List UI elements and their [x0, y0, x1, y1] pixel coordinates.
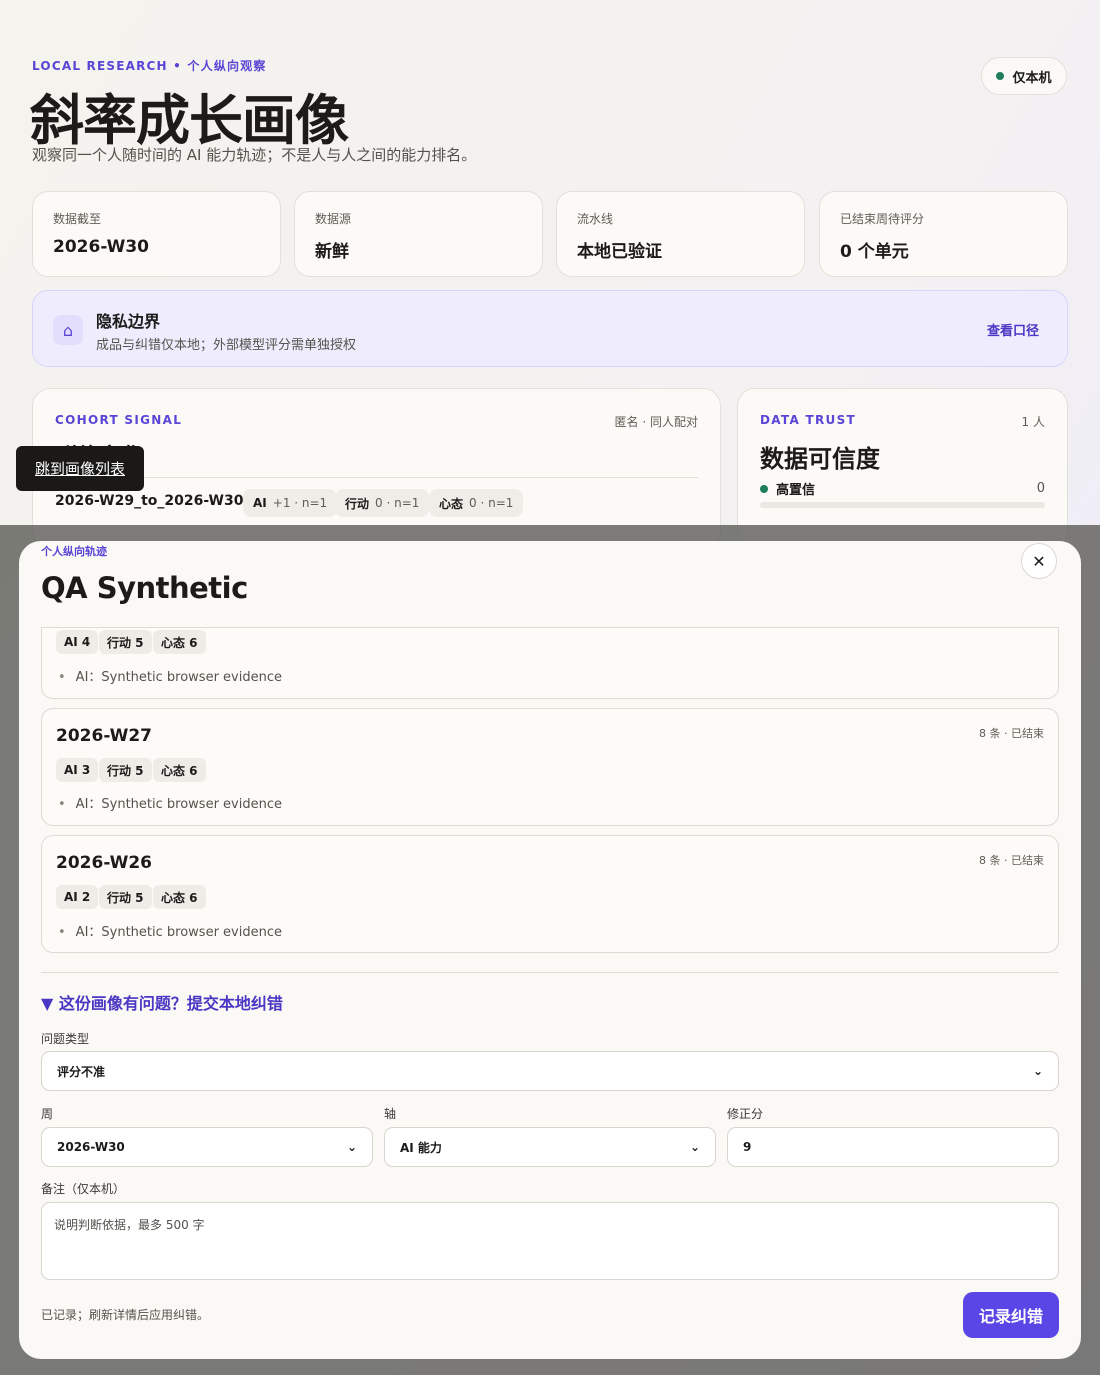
trust-title: 数据可信度 — [760, 445, 880, 473]
week-card-w26: 2026-W26 8 条 · 已结束 AI 2 行动 5 心态 6 AI：Syn… — [41, 835, 1059, 953]
cohort-chip-ai: AI +1 · n=1 — [243, 489, 338, 517]
score-chip-action: 行动 5 — [99, 630, 152, 654]
stat-value: 2026-W30 — [53, 237, 150, 257]
week-card-w27: 2026-W27 8 条 · 已结束 AI 3 行动 5 心态 6 AI：Syn… — [41, 708, 1059, 826]
stat-label: 数据截至 — [53, 212, 102, 226]
stat-label: 数据源 — [315, 212, 352, 226]
score-chip-ai: AI 4 — [56, 630, 99, 654]
stat-label: 已结束周待评分 — [840, 212, 925, 226]
score-chip-ai: AI 3 — [56, 758, 99, 782]
chip-value: 0 · n=1 — [375, 496, 420, 510]
trust-level-row: 高置信 0 — [760, 479, 1045, 498]
divider — [55, 477, 698, 478]
chip-axis: 心态 — [439, 496, 464, 511]
skip-to-profiles-link[interactable]: 跳到画像列表 — [16, 446, 144, 491]
score-chip-ai: AI 2 — [56, 885, 99, 909]
cohort-range: 2026-W29_to_2026-W30 — [55, 493, 244, 509]
chip-axis: AI — [253, 496, 267, 510]
evidence-bullet: AI：Synthetic browser evidence — [58, 793, 282, 812]
close-button[interactable]: ✕ — [1021, 543, 1057, 579]
local-only-badge: 仅本机 — [981, 57, 1067, 95]
score-chip-action: 行动 5 — [99, 758, 152, 782]
trust-progress-bar — [760, 502, 1045, 508]
cohort-eyebrow: COHORT SIGNAL — [55, 413, 183, 427]
stat-value: 新鲜 — [315, 242, 349, 262]
week-select[interactable]: 2026-W30 ⌄ — [41, 1127, 373, 1167]
score-chip-mindset: 心态 6 — [153, 758, 206, 782]
chip-axis: 行动 — [345, 496, 370, 511]
axis-select[interactable]: AI 能力 ⌄ — [384, 1127, 716, 1167]
stat-value: 0 个单元 — [840, 242, 909, 262]
page-eyebrow: LOCAL RESEARCH • 个人纵向观察 — [32, 59, 267, 73]
chip-value: 0 · n=1 — [469, 496, 514, 510]
privacy-title: 隐私边界 — [96, 312, 161, 331]
submit-correction-button[interactable]: 记录纠错 — [963, 1292, 1059, 1338]
status-footnote: 已记录；刷新详情后应用纠错。 — [41, 1308, 210, 1322]
axis-label: 轴 — [384, 1107, 397, 1121]
page: LOCAL RESEARCH • 个人纵向观察 斜率成长画像 观察同一个人随时间… — [0, 0, 1100, 1375]
trust-eyebrow: DATA TRUST — [760, 413, 857, 427]
score-chip-mindset: 心态 6 — [153, 630, 206, 654]
week-title: 2026-W26 — [56, 853, 153, 873]
cohort-meta: 匿名 · 同人配对 — [614, 415, 698, 429]
modal-title: QA Synthetic — [41, 571, 248, 605]
stat-label: 流水线 — [577, 212, 614, 226]
week-meta: 8 条 · 已结束 — [979, 854, 1044, 867]
correction-toggle[interactable]: ▼ 这份画像有问题？提交本地纠错 — [41, 990, 283, 1014]
note-textarea[interactable]: 说明判断依据，最多 500 字 — [41, 1202, 1059, 1280]
score-label: 修正分 — [727, 1107, 764, 1121]
cohort-chip-action: 行动 0 · n=1 — [335, 489, 430, 517]
home-icon: ⌂ — [53, 315, 83, 345]
problem-type-label: 问题类型 — [41, 1032, 90, 1046]
trust-meta: 1 人 — [1021, 415, 1045, 429]
week-title: 2026-W27 — [56, 726, 153, 746]
stat-card-data-source: 数据源 新鲜 — [294, 191, 543, 277]
week-card-w28: AI 4 行动 5 心态 6 AI：Synthetic browser evid… — [41, 627, 1059, 699]
data-trust-panel: DATA TRUST 1 人 数据可信度 高置信 0 — [737, 388, 1068, 548]
week-value: 2026-W30 — [57, 1140, 125, 1154]
status-dot-icon — [996, 72, 1005, 80]
privacy-banner: ⌂ 隐私边界 成品与纠错仅本地；外部模型评分需单独授权 查看口径 — [32, 290, 1068, 367]
week-meta: 8 条 · 已结束 — [979, 727, 1044, 740]
close-icon: ✕ — [1032, 551, 1046, 571]
view-criteria-link[interactable]: 查看口径 — [987, 320, 1039, 339]
evidence-bullet: AI：Synthetic browser evidence — [58, 666, 282, 685]
score-chip-mindset: 心态 6 — [153, 885, 206, 909]
chevron-down-icon: ⌄ — [346, 1140, 357, 1154]
chevron-down-icon: ⌄ — [689, 1140, 700, 1154]
status-dot-icon — [760, 484, 768, 493]
problem-type-value: 评分不准 — [57, 1064, 106, 1079]
note-placeholder: 说明判断依据，最多 500 字 — [54, 1218, 205, 1232]
divider — [41, 972, 1059, 973]
cohort-chip-mindset: 心态 0 · n=1 — [429, 489, 524, 517]
chevron-down-icon: ⌄ — [1032, 1064, 1043, 1078]
page-subtitle: 观察同一个人随时间的 AI 能力轨迹；不是人与人之间的能力排名。 — [32, 146, 477, 164]
stat-card-pending-scoring: 已结束周待评分 0 个单元 — [819, 191, 1068, 277]
trust-count: 0 — [1036, 481, 1045, 496]
evidence-bullet: AI：Synthetic browser evidence — [58, 921, 282, 940]
trust-level: 高置信 — [776, 483, 816, 498]
modal-eyebrow: 个人纵向轨迹 — [41, 545, 107, 558]
privacy-description: 成品与纠错仅本地；外部模型评分需单独授权 — [96, 338, 357, 353]
stat-card-data-cutoff: 数据截至 2026-W30 — [32, 191, 281, 277]
stat-value: 本地已验证 — [577, 242, 662, 262]
week-label: 周 — [41, 1107, 54, 1121]
problem-type-select[interactable]: 评分不准 ⌄ — [41, 1051, 1059, 1091]
score-value: 9 — [743, 1140, 752, 1154]
axis-value: AI 能力 — [400, 1140, 442, 1155]
note-label: 备注（仅本机） — [41, 1182, 126, 1196]
score-input[interactable]: 9 — [727, 1127, 1059, 1167]
score-chip-action: 行动 5 — [99, 885, 152, 909]
local-only-label: 仅本机 — [1012, 70, 1052, 86]
profile-detail-modal: 个人纵向轨迹 QA Synthetic ✕ AI 4 行动 5 心态 6 AI：… — [19, 541, 1081, 1359]
stat-card-pipeline: 流水线 本地已验证 — [556, 191, 805, 277]
chip-value: +1 · n=1 — [272, 496, 328, 510]
